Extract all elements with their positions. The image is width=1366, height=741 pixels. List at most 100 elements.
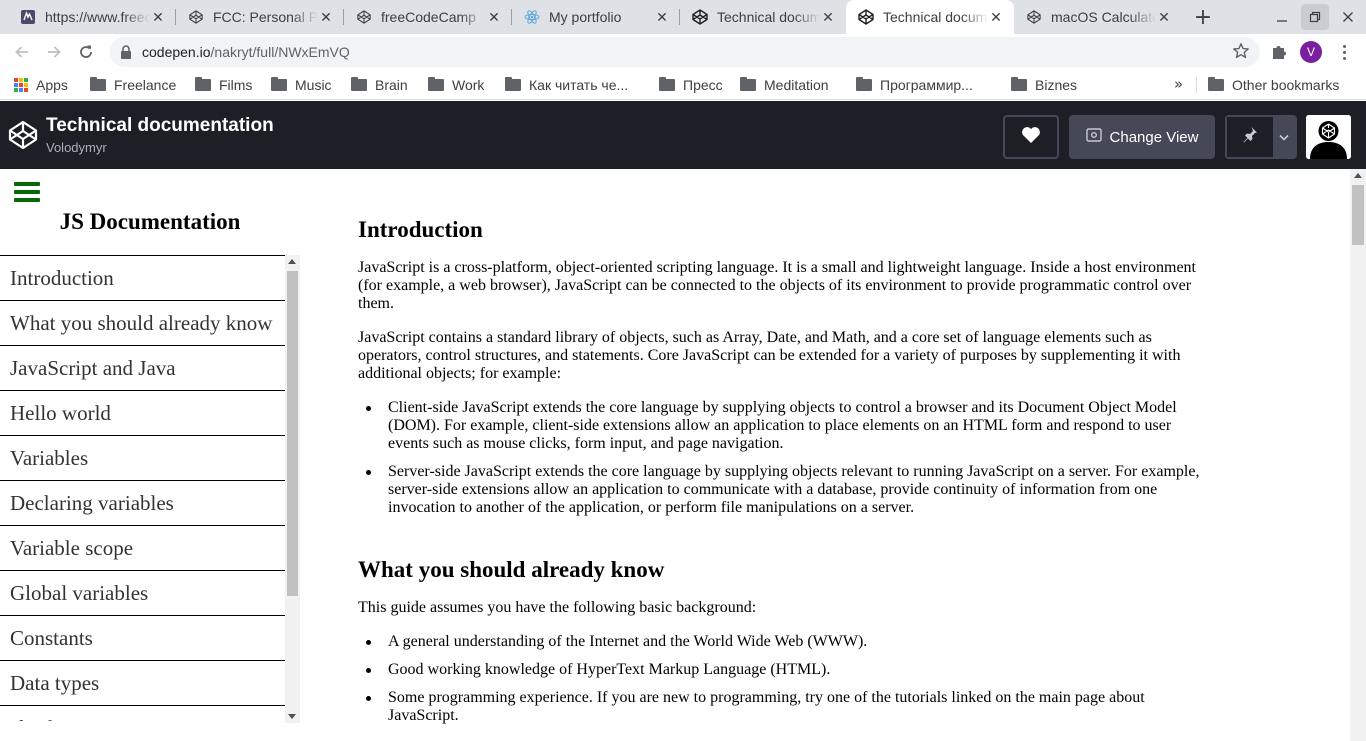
bookmark-folder[interactable]: Пресс: [659, 75, 723, 95]
nav-link-if-else-statement[interactable]: if...else statement: [0, 706, 285, 721]
list-item: Server-side JavaScript extends the core …: [358, 463, 1204, 517]
scrollbar-thumb[interactable]: [287, 271, 298, 596]
extensions-puzzle-icon[interactable]: [1268, 41, 1290, 63]
codepen-header: Technical documentation Volodymyr Change…: [0, 101, 1366, 169]
reload-button[interactable]: [73, 39, 99, 65]
nav-header: JS Documentation: [59, 209, 241, 234]
nav-link-hello-world[interactable]: Hello world: [0, 391, 285, 436]
bookmark-folder[interactable]: Meditation: [740, 75, 829, 95]
tab-close-icon[interactable]: ✕: [150, 9, 166, 25]
address-bar[interactable]: codepen.io/nakryt/full/NWxEmVQ: [110, 37, 1260, 67]
nav-link-global-variables[interactable]: Global variables: [0, 571, 285, 616]
codepen-icon: [858, 9, 874, 25]
forward-button[interactable]: [41, 39, 67, 65]
nav-link-variables[interactable]: Variables: [0, 436, 285, 481]
bookmark-folder[interactable]: Freelance: [90, 75, 176, 95]
bookmark-folder[interactable]: Music: [271, 75, 332, 95]
codepen-logo-icon[interactable]: [8, 120, 38, 150]
nav-link-javascript-and-java[interactable]: JavaScript and Java: [0, 346, 285, 391]
list-item: A general understanding of the Internet …: [358, 633, 1204, 651]
tab-4[interactable]: My portfolio ✕: [512, 0, 680, 34]
lock-icon: [120, 44, 134, 60]
nav-link-introduction[interactable]: Introduction: [0, 256, 285, 301]
tab-1[interactable]: https://www.freecodecamp.org ✕: [8, 0, 176, 34]
section-title-introduction: Introduction: [358, 217, 483, 242]
tab-close-icon[interactable]: ✕: [318, 9, 334, 25]
nav-link-constants[interactable]: Constants: [0, 616, 285, 661]
user-avatar[interactable]: [1306, 115, 1351, 159]
close-window-button[interactable]: [1334, 4, 1362, 30]
list-item: Client-side JavaScript extends the core …: [358, 399, 1204, 453]
bookmark-apps[interactable]: Apps: [14, 75, 68, 95]
nav-link-data-types[interactable]: Data types: [0, 661, 285, 706]
profile-avatar[interactable]: V: [1300, 41, 1322, 63]
tab-6-active[interactable]: Technical documentation ✕: [846, 0, 1014, 34]
pin-icon: [1242, 126, 1258, 148]
codepen-icon: [188, 9, 204, 25]
nav-link-what-you-should-already-know[interactable]: What you should already know: [0, 301, 285, 346]
bookmarks-overflow-icon[interactable]: »: [1174, 75, 1183, 93]
bookmark-folder[interactable]: Brain: [351, 75, 408, 95]
pin-button[interactable]: [1227, 117, 1273, 157]
page-scrollbar[interactable]: [1350, 169, 1366, 741]
pen-author[interactable]: Volodymyr: [46, 140, 107, 155]
folder-icon: [856, 77, 872, 91]
know-list: A general understanding of the Internet …: [358, 633, 1204, 735]
freecodecamp-icon: [20, 9, 36, 25]
tab-5[interactable]: Technical documentation ✕: [680, 0, 846, 34]
like-button[interactable]: [1003, 115, 1059, 159]
bookmark-star-icon[interactable]: [1232, 42, 1250, 65]
tab-close-icon[interactable]: ✕: [988, 9, 1004, 25]
tab-2[interactable]: FCC: Personal Portfolio ✕: [176, 0, 344, 34]
hamburger-menu-icon[interactable]: [14, 182, 40, 202]
folder-icon: [428, 77, 444, 91]
navbar-scrollbar[interactable]: [285, 255, 300, 723]
browser-menu-icon[interactable]: [1336, 41, 1352, 63]
nav-link-variable-scope[interactable]: Variable scope: [0, 526, 285, 571]
bookmarks-bar: Apps Freelance Films Music Brain Work Ка…: [0, 70, 1366, 100]
page-viewport: JS Documentation Introduction What you s…: [0, 169, 1366, 741]
bookmark-folder[interactable]: Biznes: [1011, 75, 1077, 95]
scroll-up-arrow-icon[interactable]: [1354, 173, 1362, 178]
minimize-button[interactable]: [1268, 4, 1296, 30]
codepen-icon: [356, 9, 372, 25]
tab-7[interactable]: macOS Calculator ✕: [1014, 0, 1182, 34]
bookmark-folder[interactable]: Как читать че...: [505, 75, 628, 95]
new-tab-button[interactable]: +: [1190, 4, 1216, 30]
scroll-down-arrow-icon[interactable]: [288, 714, 296, 719]
tab-close-icon[interactable]: ✕: [654, 9, 670, 25]
section-title-what-you-should-already-know: What you should already know: [358, 557, 665, 582]
heart-icon: [1021, 126, 1041, 148]
back-button[interactable]: [9, 39, 35, 65]
list-item: Some programming experience. If you are …: [358, 689, 1204, 725]
pen-title: Technical documentation: [46, 115, 274, 136]
restore-button[interactable]: [1301, 4, 1329, 30]
pin-button-group: [1225, 115, 1297, 159]
navbar: Introduction What you should already kno…: [0, 255, 285, 721]
nav-link-declaring-variables[interactable]: Declaring variables: [0, 481, 285, 526]
browser-toolbar: codepen.io/nakryt/full/NWxEmVQ V: [0, 34, 1366, 70]
tab-strip: https://www.freecodecamp.org ✕ FCC: Pers…: [0, 0, 1366, 34]
react-icon: [524, 9, 540, 25]
intro-paragraph-2: JavaScript contains a standard library o…: [358, 329, 1181, 382]
tab-close-icon[interactable]: ✕: [820, 9, 836, 25]
bookmark-folder[interactable]: Программир...: [856, 75, 973, 95]
folder-icon: [740, 77, 756, 91]
scroll-up-arrow-icon[interactable]: [288, 259, 296, 264]
folder-icon: [90, 77, 106, 91]
tab-close-icon[interactable]: ✕: [486, 9, 502, 25]
url-text: codepen.io/nakryt/full/NWxEmVQ: [142, 44, 350, 60]
know-paragraph-1: This guide assumes you have the followin…: [358, 599, 757, 616]
tab-3[interactable]: freeCodeCamp ✕: [344, 0, 512, 34]
bookmark-folder[interactable]: Work: [428, 75, 484, 95]
tab-close-icon[interactable]: ✕: [1156, 9, 1172, 25]
change-view-button[interactable]: Change View: [1069, 115, 1215, 159]
bookmark-folder[interactable]: Films: [195, 75, 252, 95]
chevron-down-icon[interactable]: [1273, 117, 1295, 157]
view-icon: [1085, 128, 1102, 146]
folder-icon: [1208, 77, 1224, 91]
scrollbar-thumb[interactable]: [1352, 185, 1364, 245]
codepen-icon: [692, 9, 708, 25]
other-bookmarks[interactable]: Other bookmarks: [1208, 75, 1339, 95]
apps-grid-icon: [14, 78, 28, 92]
